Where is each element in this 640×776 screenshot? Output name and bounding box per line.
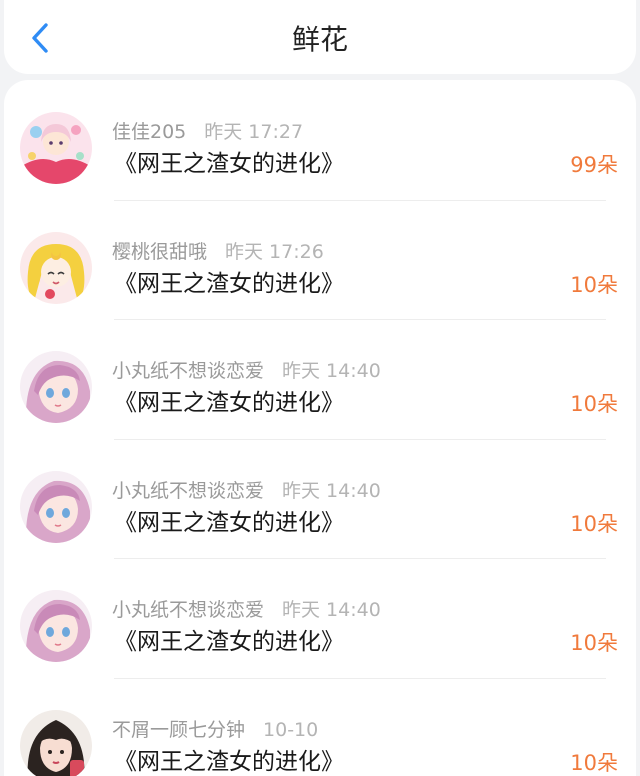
flower-row[interactable]: 小丸纸不想谈恋爱 昨天 14:40 《网王之渣女的进化》 10朵 — [4, 438, 636, 559]
timestamp: 昨天 17:27 — [204, 121, 304, 143]
flowers-screen: 鲜花 佳佳205 昨天 17:27 《网王之渣女的进化》 99朵 樱桃很甜哦 昨… — [0, 0, 640, 776]
timestamp: 昨天 14:40 — [282, 599, 381, 621]
username[interactable]: 不屑一顾七分钟 — [112, 719, 245, 741]
flower-count: 10朵 — [570, 392, 618, 416]
flower-count: 10朵 — [570, 511, 618, 536]
avatar[interactable] — [20, 590, 92, 662]
flower-list: 佳佳205 昨天 17:27 《网王之渣女的进化》 99朵 樱桃很甜哦 昨天 1… — [4, 80, 636, 776]
anime-girl-avatar-icon — [20, 470, 92, 543]
flower-count: 10朵 — [570, 272, 618, 297]
book-title[interactable]: 《网王之渣女的进化》 — [114, 626, 344, 658]
timestamp: 昨天 14:40 — [282, 479, 381, 502]
avatar[interactable] — [20, 470, 92, 543]
book-title[interactable]: 《网王之渣女的进化》 — [114, 268, 344, 300]
book-title[interactable]: 《网王之渣女的进化》 — [114, 387, 344, 419]
username[interactable]: 樱桃很甜哦 — [112, 241, 207, 263]
flower-count: 10朵 — [570, 631, 618, 655]
timestamp: 昨天 17:26 — [225, 240, 324, 263]
flower-row[interactable]: 樱桃很甜哦 昨天 17:26 《网王之渣女的进化》 10朵 — [4, 199, 636, 320]
anime-girl-avatar-icon — [20, 351, 92, 423]
page-title: 鲜花 — [291, 23, 348, 56]
username[interactable]: 佳佳205 — [112, 121, 186, 143]
avatar[interactable] — [20, 112, 92, 184]
row-meta: 樱桃很甜哦 昨天 17:26 — [112, 240, 324, 264]
dark-hair-girl-avatar-icon — [20, 709, 92, 776]
sailor-moon-avatar-icon — [20, 231, 92, 304]
row-meta: 不屑一顾七分钟 10-10 — [112, 718, 318, 742]
flower-row[interactable]: 佳佳205 昨天 17:27 《网王之渣女的进化》 99朵 — [4, 80, 636, 200]
row-meta: 佳佳205 昨天 17:27 — [112, 120, 303, 144]
avatar[interactable] — [20, 351, 92, 423]
flower-row[interactable]: 小丸纸不想谈恋爱 昨天 14:40 《网王之渣女的进化》 10朵 — [4, 558, 636, 678]
username[interactable]: 小丸纸不想谈恋爱 — [112, 599, 264, 621]
username[interactable]: 小丸纸不想谈恋爱 — [112, 360, 264, 382]
nav-bar: 鲜花 — [4, 0, 636, 74]
flower-count: 10朵 — [570, 750, 618, 775]
row-meta: 小丸纸不想谈恋爱 昨天 14:40 — [112, 598, 381, 622]
flower-row[interactable]: 不屑一顾七分钟 10-10 《网王之渣女的进化》 10朵 — [4, 677, 636, 776]
row-meta: 小丸纸不想谈恋爱 昨天 14:40 — [112, 479, 381, 503]
pink-fairy-avatar-icon — [20, 112, 92, 184]
avatar[interactable] — [20, 709, 92, 776]
row-meta: 小丸纸不想谈恋爱 昨天 14:40 — [112, 359, 381, 383]
flower-count: 99朵 — [570, 153, 618, 177]
book-title[interactable]: 《网王之渣女的进化》 — [114, 148, 344, 180]
timestamp: 昨天 14:40 — [282, 360, 381, 382]
timestamp: 10-10 — [263, 718, 319, 741]
flower-row[interactable]: 小丸纸不想谈恋爱 昨天 14:40 《网王之渣女的进化》 10朵 — [4, 319, 636, 439]
anime-girl-avatar-icon — [20, 590, 92, 662]
book-title[interactable]: 《网王之渣女的进化》 — [114, 746, 344, 776]
book-title[interactable]: 《网王之渣女的进化》 — [114, 507, 344, 539]
username[interactable]: 小丸纸不想谈恋爱 — [112, 480, 264, 502]
avatar[interactable] — [20, 231, 92, 304]
